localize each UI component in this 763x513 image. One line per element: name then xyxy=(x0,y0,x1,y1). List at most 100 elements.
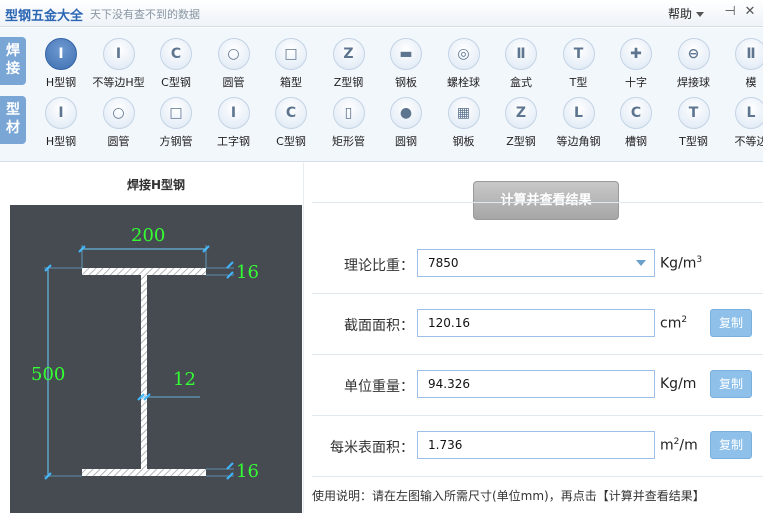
divider xyxy=(312,202,763,203)
section-toolbar: 焊接 型材 I H型钢 I 不等边H型 C C型钢 ○ 圆管 □ 箱型 Z Z型钢 ▬ 钢板 ◎ 螺栓球 Ⅱ 盒式… xyxy=(0,28,763,162)
top-flange-dimension[interactable]: 16 xyxy=(236,262,259,283)
divider xyxy=(312,354,763,355)
tool-c-channel[interactable]: C C型钢 xyxy=(147,38,205,94)
area-unit: cm2 xyxy=(660,315,688,332)
tool-unequal-angle[interactable]: L 不等边 xyxy=(722,97,763,153)
tool-label: 等边角钢 xyxy=(556,135,601,148)
pin-icon[interactable]: ⊣ xyxy=(722,3,738,21)
steel-plate-icon: ▦ xyxy=(447,97,480,129)
width-dimension[interactable]: 200 xyxy=(131,225,165,246)
usage-instructions: 使用说明：请在左图输入所需尺寸(单位mm)，再点击【计算并查看结果】 xyxy=(312,489,705,503)
chevron-down-icon xyxy=(696,12,705,17)
group-tag-welded: 焊接 xyxy=(0,37,26,85)
tool-steel-plate[interactable]: ▬ 钢板 xyxy=(377,38,435,94)
tool-label: 方钢管 xyxy=(159,135,193,148)
tool-label: H型钢 xyxy=(45,135,77,148)
tool-equal-angle[interactable]: L 等边角钢 xyxy=(550,97,608,153)
copy-area-button[interactable]: 复制 xyxy=(710,309,752,337)
z-section-icon: Z xyxy=(505,97,537,129)
tool-label: 矩形管 xyxy=(332,135,365,148)
surface-area-unit: m2/m xyxy=(660,437,698,454)
web xyxy=(141,275,147,469)
top-flange xyxy=(82,268,206,275)
tool-label: 盒式 xyxy=(510,76,532,89)
unit-weight-label: 单位重量： xyxy=(344,379,414,395)
group-tag-profile: 型材 xyxy=(0,96,26,144)
unit-weight-unit: Kg/m xyxy=(660,376,697,392)
height-dimension[interactable]: 500 xyxy=(31,364,65,385)
tool-rect-tube[interactable]: ▯ 矩形管 xyxy=(320,97,378,153)
divider xyxy=(312,415,763,416)
chevron-down-icon xyxy=(636,260,646,266)
tool-square-tube[interactable]: □ 方钢管 xyxy=(147,97,205,153)
mold-icon: Ⅱ xyxy=(735,38,763,70)
tool-channel[interactable]: C 槽钢 xyxy=(607,97,665,153)
tool-label: Z型钢 xyxy=(506,135,536,148)
tool-label: 模 xyxy=(745,76,757,89)
tool-label: Z型钢 xyxy=(333,76,364,89)
copy-unit-weight-button[interactable]: 复制 xyxy=(710,370,752,398)
surface-area-field[interactable]: 1.736 xyxy=(417,431,655,459)
density-value: 7850 xyxy=(428,256,459,270)
tool-unequal-h[interactable]: I 不等边H型 xyxy=(90,38,148,94)
tool-label: 钢板 xyxy=(395,76,417,89)
bottom-flange-dimension[interactable]: 16 xyxy=(236,461,259,482)
calculate-button[interactable]: 计算并查看结果 xyxy=(473,181,619,220)
i-beam-icon: I xyxy=(217,97,250,129)
bolt-ball-icon: ◎ xyxy=(447,38,480,70)
density-unit: Kg/m3 xyxy=(660,255,703,272)
tool-label: 圆钢 xyxy=(395,135,417,148)
tool-c-channel[interactable]: C C型钢 xyxy=(262,97,320,153)
unit-weight-field[interactable]: 94.326 xyxy=(417,370,655,398)
tool-box-section[interactable]: □ 箱型 xyxy=(262,38,320,94)
box-section-icon: □ xyxy=(275,38,307,70)
density-select[interactable]: 7850 xyxy=(417,249,655,277)
tool-t-section[interactable]: T T型钢 xyxy=(665,97,723,153)
tool-label: T型 xyxy=(569,76,588,89)
help-menu[interactable]: 帮助 xyxy=(668,5,705,22)
divider xyxy=(312,293,763,294)
surface-area-label: 每米表面积： xyxy=(330,440,414,456)
tool-mold[interactable]: Ⅱ模 xyxy=(722,38,763,94)
tool-h-beam[interactable]: I H型钢 xyxy=(32,38,90,94)
tool-label: 槽钢 xyxy=(625,135,647,148)
rect-tube-icon: ▯ xyxy=(332,97,365,129)
tool-welded-ball[interactable]: ⊖ 焊接球 xyxy=(665,38,723,94)
tool-label: T型钢 xyxy=(679,135,708,148)
tool-i-beam[interactable]: I 工字钢 xyxy=(205,97,263,153)
web-thickness-dimension[interactable]: 12 xyxy=(173,369,196,390)
round-tube-icon: ○ xyxy=(102,97,135,129)
app-title: 型钢五金大全 xyxy=(5,9,84,24)
round-bar-icon: ● xyxy=(390,97,422,129)
welded-ball-icon: ⊖ xyxy=(677,38,710,70)
tool-steel-plate[interactable]: ▦ 钢板 xyxy=(435,97,493,153)
steel-plate-icon: ▬ xyxy=(390,38,422,70)
tool-label: 工字钢 xyxy=(217,135,250,148)
tool-round-tube[interactable]: ○ 圆管 xyxy=(205,38,263,94)
equal-angle-icon: L xyxy=(562,97,595,129)
h-beam-icon: I xyxy=(45,97,77,129)
copy-surface-area-button[interactable]: 复制 xyxy=(710,431,752,459)
tool-round-bar[interactable]: ● 圆钢 xyxy=(377,97,435,153)
close-icon[interactable]: ✕ xyxy=(742,3,758,21)
unequal-angle-icon: L xyxy=(735,97,763,129)
t-section-icon: T xyxy=(677,97,710,129)
c-channel-icon: C xyxy=(160,38,192,70)
tool-h-beam[interactable]: I H型钢 xyxy=(32,97,90,153)
tool-label: 箱型 xyxy=(280,76,302,89)
square-tube-icon: □ xyxy=(160,97,192,129)
tool-cross-section[interactable]: ✚ 十字 xyxy=(607,38,665,94)
tool-t-section[interactable]: T T型 xyxy=(550,38,608,94)
divider xyxy=(312,476,763,477)
tool-bolt-ball[interactable]: ◎ 螺栓球 xyxy=(435,38,493,94)
tool-label: 不等边H型 xyxy=(92,76,145,89)
panel-divider xyxy=(303,163,304,513)
tool-z-section[interactable]: Z Z型钢 xyxy=(492,97,550,153)
area-field[interactable]: 120.16 xyxy=(417,309,655,337)
tool-label: 钢板 xyxy=(452,135,475,148)
tool-z-section[interactable]: Z Z型钢 xyxy=(320,38,378,94)
tool-box-type[interactable]: Ⅱ 盒式 xyxy=(492,38,550,94)
drawing-title: 焊接H型钢 xyxy=(126,178,186,192)
tool-round-tube[interactable]: ○ 圆管 xyxy=(90,97,148,153)
tool-label: 十字 xyxy=(625,76,647,89)
